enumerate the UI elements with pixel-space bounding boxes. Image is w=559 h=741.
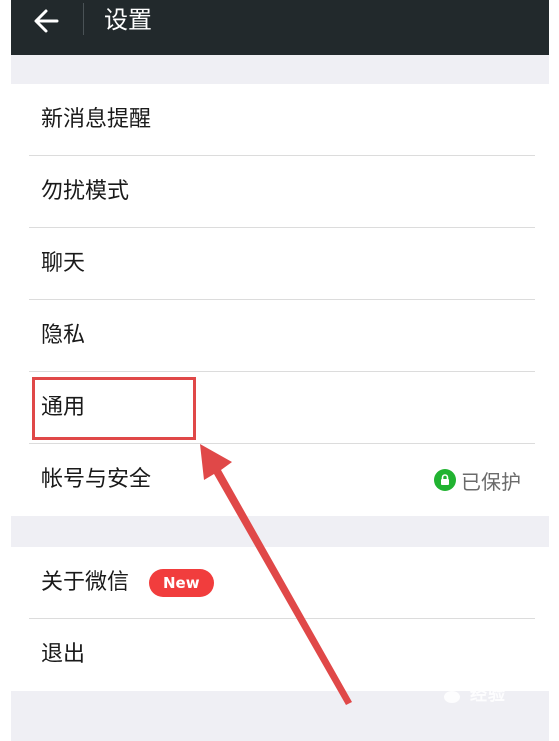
new-badge: New xyxy=(149,569,214,597)
settings-item-about-wechat[interactable]: 关于微信 New xyxy=(11,547,549,619)
title-bar: 设置 xyxy=(11,0,549,55)
settings-item-label: 聊天 xyxy=(41,251,86,276)
settings-item-new-message-alerts[interactable]: 新消息提醒 xyxy=(11,84,549,156)
settings-item-do-not-disturb[interactable]: 勿扰模式 xyxy=(11,156,549,228)
settings-item-privacy[interactable]: 隐私 xyxy=(11,300,549,372)
settings-item-label: 勿扰模式 xyxy=(41,179,130,204)
settings-item-label: 关于微信 xyxy=(41,570,130,595)
screenshot-frame: 设置 新消息提醒 勿扰模式 聊天 隐私 通用 帐号与安全 已保护 关于微信 Ne… xyxy=(0,0,559,741)
title-divider xyxy=(83,3,84,35)
svg-text:经验: 经验 xyxy=(470,684,506,705)
back-button[interactable] xyxy=(29,2,69,40)
status-text: 已保护 xyxy=(461,469,521,494)
watermark-logo: 经验 xyxy=(430,678,550,713)
settings-group-secondary: 关于微信 New 退出 xyxy=(11,547,549,691)
settings-item-label: 帐号与安全 xyxy=(41,467,152,492)
account-protection-status: 已保护 xyxy=(434,444,521,516)
page-title: 设置 xyxy=(104,6,152,34)
settings-item-label: 新消息提醒 xyxy=(41,107,152,132)
settings-screen: 设置 新消息提醒 勿扰模式 聊天 隐私 通用 帐号与安全 已保护 关于微信 Ne… xyxy=(11,0,549,741)
lock-icon xyxy=(434,469,456,491)
settings-item-account-security[interactable]: 帐号与安全 已保护 xyxy=(11,444,549,516)
settings-group-main: 新消息提醒 勿扰模式 聊天 隐私 通用 帐号与安全 已保护 xyxy=(11,84,549,516)
back-arrow-icon xyxy=(34,9,59,33)
settings-item-chat[interactable]: 聊天 xyxy=(11,228,549,300)
settings-item-label: 退出 xyxy=(41,642,86,667)
annotation-highlight-box xyxy=(32,377,196,440)
settings-item-label: 隐私 xyxy=(41,323,86,348)
